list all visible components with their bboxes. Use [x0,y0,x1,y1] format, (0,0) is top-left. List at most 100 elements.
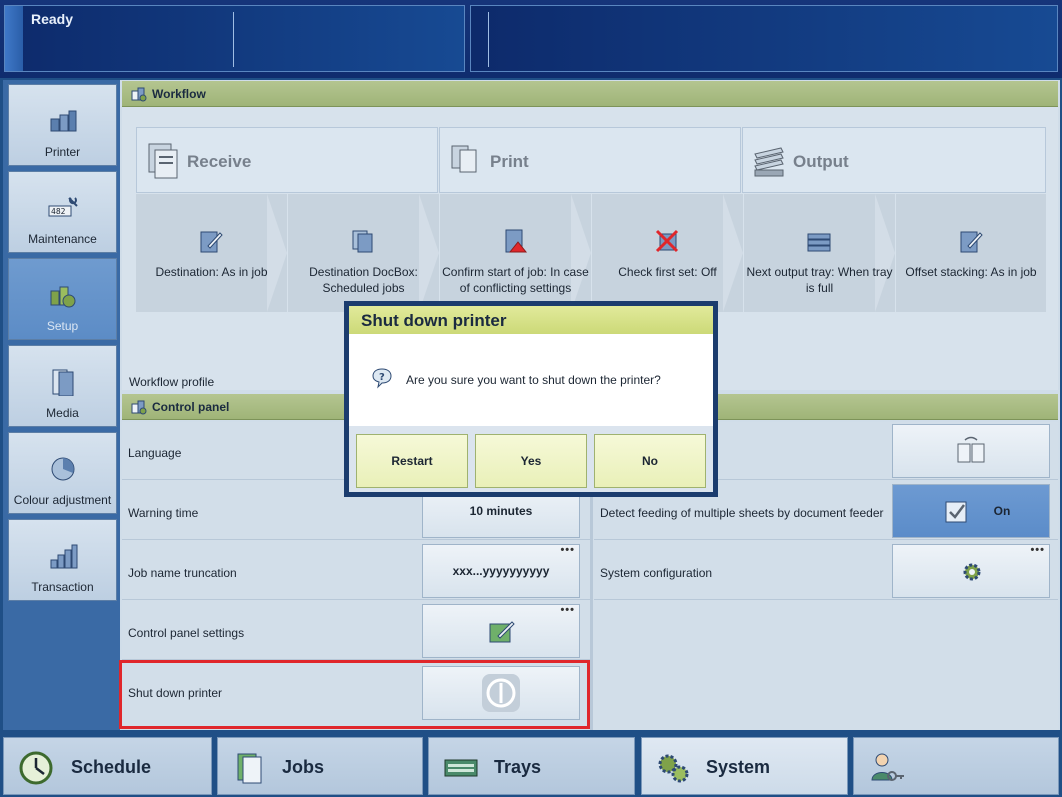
nav-label: Colour adjustment [13,493,112,507]
print-icon [451,145,477,173]
workflow-setting-label: Next output tray: When tray is full [746,265,893,295]
edit-icon [960,231,983,253]
jobs-icon [237,753,262,784]
setting-label: Detect feeding of multiple sheets by doc… [600,506,884,520]
tab-schedule[interactable]: Schedule [3,737,212,795]
tab-label: System [706,757,771,777]
nav-label: Maintenance [28,232,97,246]
question-icon: ? [372,368,392,389]
workflow-setting-label: Destination: As in job [155,265,268,279]
gear-icon [963,563,981,581]
stage-label: Print [490,152,529,171]
printer-icon [50,110,77,132]
svg-text:482: 482 [51,207,66,216]
button-value: 10 minutes [469,504,533,518]
transaction-icon [50,544,78,569]
status-bar: Ready [0,0,1062,78]
job-name-truncation-button[interactable]: ••• xxx...yyyyyyyyyy [422,544,580,598]
workflow-setting-destination[interactable]: Destination: As in job [136,194,287,312]
tab-trays[interactable]: Trays [428,737,635,795]
colour-adjustment-icon [51,457,75,481]
tab-label: Trays [494,757,542,777]
toggle-value: On [993,504,1011,518]
confirm-start-icon [505,229,528,253]
workflow-setting-label: Destination DocBox: Scheduled jobs [309,265,418,295]
nav-label: Printer [44,145,81,159]
tab-label: Schedule [71,757,152,777]
workflow-icon [131,87,147,102]
workflow-setting-label: Offset stacking: As in job [905,265,1037,279]
highlight-frame [119,660,590,729]
tab-label: Jobs [282,757,325,777]
status-text: Ready [31,11,74,27]
workflow-setting-label: Check first set: Off [618,265,717,279]
no-button[interactable]: No [594,434,706,488]
receive-icon [148,143,178,179]
tab-jobs[interactable]: Jobs [217,737,423,795]
dialog-title: Shut down printer [361,311,507,330]
workflow-setting-offset-stacking[interactable]: Offset stacking: As in job [896,194,1046,312]
stage-output[interactable]: Output [742,127,1046,193]
workflow-setting-next-output-tray[interactable]: Next output tray: When tray is full [744,194,895,312]
workflow-setting-check-first-set[interactable]: Check first set: Off [592,194,743,312]
tab-user[interactable] [853,737,1059,795]
yes-button[interactable]: Yes [475,434,587,488]
dialog-title-bar: Shut down printer [349,306,713,334]
nav-maintenance[interactable]: 482 Maintenance [8,171,117,253]
more-dots: ••• [1030,544,1045,556]
status-panel: Ready [4,5,465,72]
stage-receive[interactable]: Receive [136,127,438,193]
user-key-icon [871,753,904,781]
detect-multi-feed-toggle[interactable]: On [892,484,1050,538]
nav-label: Media [46,406,79,420]
stage-label: Output [793,152,849,171]
setting-label: Warning time [128,506,199,520]
nav-printer[interactable]: Printer [8,84,117,166]
setting-row-system-configuration: System configuration ••• [594,542,1058,600]
setting-label: System configuration [600,566,713,580]
bottom-tab-bar: Schedule Jobs Trays System [0,731,1062,797]
docbox-icon [352,230,373,253]
setting-row-job-name-truncation: Job name truncation ••• xxx...yyyyyyyyyy [122,542,590,600]
left-navigation: Printer 482 Maintenance Setup Media Colo… [3,80,120,730]
dialog-message: Are you sure you want to shut down the p… [406,373,661,387]
status-messages-panel [470,5,1058,72]
tab-system[interactable]: System [641,737,848,795]
dialog-button-row: Restart Yes No [349,426,713,492]
more-dots: ••• [560,544,575,556]
check-first-set-icon [655,229,679,253]
setting-label: Control panel settings [128,626,245,640]
system-gears-icon [658,754,689,783]
restart-button[interactable]: Restart [356,434,468,488]
section-title: Workflow [152,87,206,101]
button-value: xxx...yyyyyyyyyy [452,564,550,578]
clock-icon [19,751,53,785]
dialog-body: ? Are you sure you want to shut down the… [349,334,713,426]
nav-transaction[interactable]: Transaction [8,519,117,601]
media-icon [52,369,74,396]
edit-settings-icon [489,621,515,643]
scan-setting-button[interactable] [892,424,1050,478]
nav-label: Transaction [31,580,94,594]
maintenance-icon: 482 [48,197,78,217]
trays-icon [444,759,478,777]
nav-colour-adjustment[interactable]: Colour adjustment [8,432,117,514]
setup-icon [50,286,76,308]
workflow-profile-label: Workflow profile [129,375,215,389]
system-configuration-button[interactable]: ••• [892,544,1050,598]
output-tray-icon [807,233,831,252]
svg-text:?: ? [379,372,385,383]
workflow-section-header: Workflow [122,81,1058,107]
output-icon [754,147,784,177]
workflow-setting-confirm-start[interactable]: Confirm start of job: In case of conflic… [440,194,591,312]
workflow-setting-docbox[interactable]: Destination DocBox: Scheduled jobs [288,194,439,312]
nav-label: Setup [46,319,79,333]
workflow-setting-label: Confirm start of job: In case of conflic… [442,265,589,295]
shut-down-dialog: Shut down printer ? Are you sure you wan… [344,301,718,497]
nav-media[interactable]: Media [8,345,117,427]
nav-setup[interactable]: Setup [8,258,117,340]
control-panel-icon [131,400,147,415]
stage-print[interactable]: Print [439,127,741,193]
more-dots: ••• [560,604,575,616]
control-panel-settings-button[interactable]: ••• [422,604,580,658]
